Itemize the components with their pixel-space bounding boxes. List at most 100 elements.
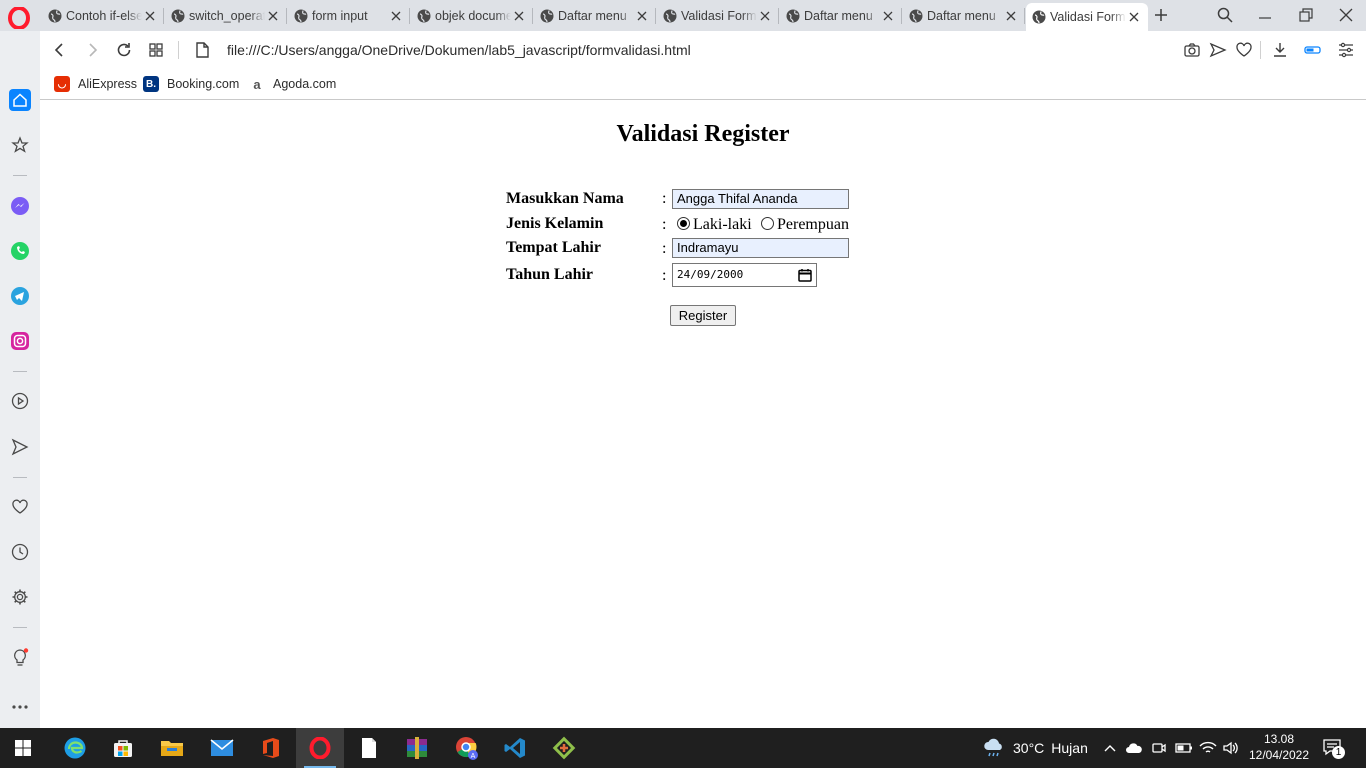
bookmarks-bar: ◡ AliExpress B. Booking.com a Agoda.com <box>40 69 1366 100</box>
close-tab-icon[interactable] <box>880 8 896 24</box>
close-tab-icon[interactable] <box>388 8 404 24</box>
volume-icon[interactable] <box>1222 740 1240 756</box>
calendar-icon[interactable] <box>798 268 812 282</box>
close-window-icon[interactable] <box>1337 6 1355 24</box>
tab[interactable]: objek document <box>411 3 533 29</box>
notification-center-button[interactable]: 1 <box>1322 738 1345 759</box>
heart-icon[interactable] <box>1235 41 1253 59</box>
more-icon[interactable] <box>9 696 31 718</box>
restore-icon[interactable] <box>1297 6 1315 24</box>
speed-dial-icon[interactable] <box>147 41 165 59</box>
notepad-icon[interactable] <box>357 736 381 760</box>
bookmark-label: Booking.com <box>167 77 240 91</box>
radio-laki-laki[interactable] <box>677 217 690 230</box>
messenger-icon[interactable] <box>9 195 31 217</box>
mail-icon[interactable] <box>210 736 234 760</box>
tab[interactable]: Contoh if-else <box>42 3 164 29</box>
close-tab-icon[interactable] <box>757 8 773 24</box>
tab[interactable]: Daftar menu <box>903 3 1025 29</box>
svg-text:A: A <box>471 753 476 760</box>
tab-title: Contoh if-else <box>66 9 142 23</box>
aliexpress-icon: ◡ <box>54 76 70 92</box>
tab[interactable]: switch_operator <box>165 3 287 29</box>
settings-icon[interactable] <box>9 586 31 608</box>
radio-label-perempuan: Perempuan <box>777 216 849 233</box>
weather-widget[interactable]: 30°C Hujan <box>982 728 1088 768</box>
place-input[interactable]: Indramayu <box>672 238 849 258</box>
windows-start-icon[interactable] <box>11 736 35 760</box>
bookmark-agoda[interactable]: a Agoda.com <box>249 76 336 92</box>
edge-icon[interactable] <box>63 736 87 760</box>
bookmark-booking[interactable]: B. Booking.com <box>143 76 239 92</box>
globe-icon <box>417 9 431 23</box>
year-label: Tahun Lahir <box>506 266 594 283</box>
url-field[interactable]: file:///C:/Users/angga/OneDrive/Dokumen/… <box>227 42 691 58</box>
sidebar-divider <box>13 477 27 478</box>
git-icon[interactable] <box>552 736 576 760</box>
onedrive-icon[interactable] <box>1125 741 1143 755</box>
opera-logo-icon[interactable] <box>8 7 30 29</box>
lightbulb-icon[interactable] <box>9 647 31 669</box>
new-tab-icon[interactable] <box>1152 6 1170 24</box>
tab-separator <box>1024 8 1025 24</box>
tab[interactable]: form input <box>288 3 410 29</box>
tab[interactable]: Validasi Form <box>657 3 779 29</box>
snapshot-icon[interactable] <box>1183 41 1201 59</box>
player-icon[interactable] <box>9 390 31 412</box>
meet-now-icon[interactable] <box>1151 740 1167 756</box>
name-label: Masukkan Nama <box>506 190 624 207</box>
easy-setup-icon[interactable] <box>1337 41 1355 59</box>
opera-taskbar-icon[interactable] <box>308 736 332 760</box>
star-icon[interactable] <box>9 134 31 156</box>
minimize-icon[interactable] <box>1256 6 1274 24</box>
battery-saver-icon[interactable] <box>1304 41 1322 59</box>
close-tab-icon[interactable] <box>1003 8 1019 24</box>
store-icon[interactable] <box>111 736 135 760</box>
colon: : <box>662 216 667 233</box>
instagram-icon[interactable] <box>9 330 31 352</box>
colon: : <box>662 267 667 284</box>
tab-title: Daftar menu <box>927 9 996 23</box>
birthdate-input[interactable]: 24/09/2000 <box>672 263 817 287</box>
download-icon[interactable] <box>1271 41 1289 59</box>
tab-active[interactable]: Validasi Form <box>1026 3 1148 31</box>
tab-separator <box>286 8 287 24</box>
tab[interactable]: Daftar menu <box>780 3 902 29</box>
chevron-up-icon[interactable] <box>1103 742 1117 754</box>
heart-icon[interactable] <box>9 496 31 518</box>
chrome-icon[interactable]: A <box>455 736 479 760</box>
search-tabs-icon[interactable] <box>1216 6 1234 24</box>
reload-icon[interactable] <box>115 41 133 59</box>
radio-perempuan[interactable] <box>761 217 774 230</box>
close-tab-icon[interactable] <box>511 8 527 24</box>
file-explorer-icon[interactable] <box>160 736 184 760</box>
send-icon[interactable] <box>1209 41 1227 59</box>
tab-title: switch_operator <box>189 9 265 23</box>
clock[interactable]: 13.08 12/04/2022 <box>1248 731 1310 763</box>
tab-title: objek document <box>435 9 511 23</box>
history-icon[interactable] <box>9 541 31 563</box>
tab-separator <box>655 8 656 24</box>
back-icon[interactable] <box>51 41 69 59</box>
battery-icon[interactable] <box>1175 741 1193 755</box>
name-input[interactable]: Angga Thifal Ananda <box>672 189 849 209</box>
send-icon[interactable] <box>9 436 31 458</box>
tab-title: form input <box>312 9 368 23</box>
forward-icon[interactable] <box>83 41 101 59</box>
bookmark-label: Agoda.com <box>273 77 337 91</box>
office-icon[interactable] <box>259 736 283 760</box>
close-tab-icon[interactable] <box>1126 9 1142 25</box>
close-tab-icon[interactable] <box>265 8 281 24</box>
vscode-icon[interactable] <box>503 736 527 760</box>
register-button[interactable]: Register <box>670 305 736 326</box>
winrar-icon[interactable] <box>405 736 429 760</box>
close-tab-icon[interactable] <box>634 8 650 24</box>
telegram-icon[interactable] <box>9 285 31 307</box>
home-icon[interactable] <box>9 89 31 111</box>
wifi-icon[interactable] <box>1199 740 1217 756</box>
tab[interactable]: Daftar menu <box>534 3 656 29</box>
close-tab-icon[interactable] <box>142 8 158 24</box>
globe-icon <box>1032 10 1046 24</box>
bookmark-aliexpress[interactable]: ◡ AliExpress <box>54 76 137 92</box>
whatsapp-icon[interactable] <box>9 240 31 262</box>
